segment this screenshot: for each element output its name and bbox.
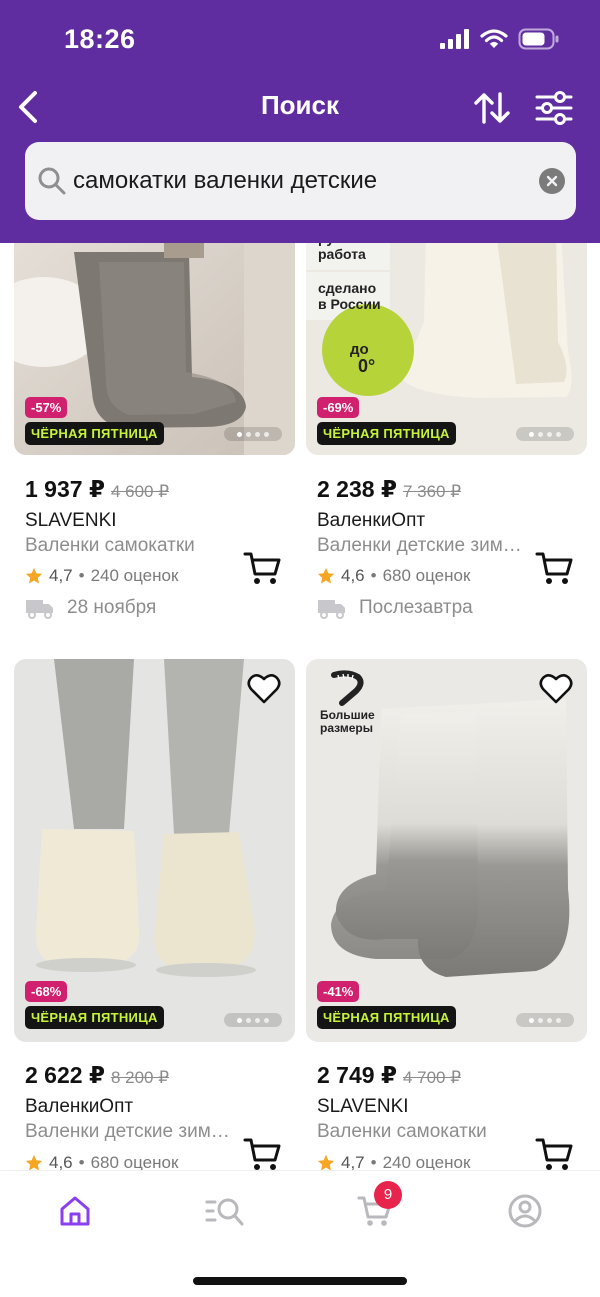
image-pager-dots <box>224 427 282 441</box>
reviews-count: 240 оценок <box>90 566 179 585</box>
delivery-row: 28 ноября <box>25 597 156 619</box>
price: 2 622 ₽ <box>25 1062 105 1088</box>
filter-button[interactable] <box>532 86 576 130</box>
heart-icon[interactable] <box>539 673 573 705</box>
add-to-cart-button[interactable] <box>535 1136 573 1172</box>
image-pager-dots <box>516 427 574 441</box>
delivery-row: Послезавтра <box>317 597 473 619</box>
old-price: 8 200 ₽ <box>110 1068 170 1087</box>
app-header: 18:26 Поиск <box>0 0 600 243</box>
home-indicator <box>193 1277 407 1285</box>
black-friday-badge: ЧЁРНАЯ ПЯТНИЦА <box>25 1006 164 1029</box>
old-price: 4 700 ₽ <box>402 1068 462 1087</box>
brand-name: ВаленкиОпт <box>25 1096 134 1117</box>
brand-name: SLAVENKI <box>25 510 117 531</box>
black-friday-badge: ЧЁРНАЯ ПЯТНИЦА <box>317 1006 456 1029</box>
profile-icon <box>508 1194 542 1228</box>
battery-icon <box>518 28 559 50</box>
price-row: 2 749 ₽ 4 700 ₽ <box>317 1062 461 1089</box>
clear-search-button[interactable] <box>539 168 565 194</box>
add-to-cart-button[interactable] <box>243 1136 281 1172</box>
product-name: Валенки детские зимние <box>317 535 531 556</box>
search-input[interactable] <box>73 156 523 206</box>
image-pager-dots <box>224 1013 282 1027</box>
product-card[interactable]: Большие размеры -41% ЧЁРНАЯ ПЯТНИЦА 2 74… <box>306 659 587 1172</box>
image-pager-dots <box>516 1013 574 1027</box>
sort-arrows-icon <box>474 92 510 124</box>
tab-profile[interactable] <box>495 1189 555 1233</box>
rating-separator: • <box>78 566 85 585</box>
rating-value: 4,6 <box>341 566 365 585</box>
add-to-cart-button[interactable] <box>535 550 573 586</box>
product-name: Валенки самокатки <box>25 535 195 556</box>
status-icons <box>440 28 560 50</box>
old-price: 4 600 ₽ <box>110 482 170 501</box>
truck-icon <box>26 600 53 619</box>
product-name: Валенки детские зимние <box>25 1121 239 1142</box>
nav-bar: Поиск <box>0 80 600 134</box>
cart-count-badge: 9 <box>374 1181 402 1209</box>
home-icon <box>60 1196 90 1226</box>
rating-separator: • <box>370 566 377 585</box>
catalog-search-icon <box>205 1198 244 1226</box>
reviews-count: 680 оценок <box>382 566 471 585</box>
product-image[interactable]: -68% ЧЁРНАЯ ПЯТНИЦА <box>14 659 295 1042</box>
rating-row: 4,7 • 240 оценок <box>25 566 178 586</box>
search-icon <box>38 167 66 195</box>
sort-button[interactable] <box>470 86 514 130</box>
old-price: 7 360 ₽ <box>402 482 462 501</box>
price-row: 1 937 ₽ 4 600 ₽ <box>25 476 169 503</box>
status-time: 18:26 <box>64 24 136 54</box>
status-bar: 18:26 <box>0 0 600 80</box>
measuring-tape-icon <box>331 670 364 706</box>
price-row: 2 622 ₽ 8 200 ₽ <box>25 1062 169 1089</box>
heart-icon[interactable] <box>247 673 281 705</box>
truck-icon <box>318 600 345 619</box>
product-image[interactable]: Большие размеры -41% ЧЁРНАЯ ПЯТНИЦА <box>306 659 587 1042</box>
image-caption: 0° <box>358 356 376 376</box>
tab-catalog[interactable] <box>195 1189 255 1233</box>
tab-home[interactable] <box>45 1189 105 1233</box>
brand-name: ВаленкиОпт <box>317 510 426 531</box>
star-icon <box>317 567 335 584</box>
wifi-icon <box>480 29 508 48</box>
delivery-date: 28 ноября <box>67 597 157 618</box>
black-friday-badge: ЧЁРНАЯ ПЯТНИЦА <box>25 422 164 445</box>
rating-row: 4,6 • 680 оценок <box>317 566 470 586</box>
discount-badge: -68% <box>25 981 68 1002</box>
price: 2 749 ₽ <box>317 1062 397 1088</box>
discount-badge: -41% <box>317 981 360 1002</box>
star-icon <box>25 567 43 584</box>
price-row: 2 238 ₽ 7 360 ₽ <box>317 476 461 503</box>
price: 2 238 ₽ <box>317 476 397 502</box>
rating-value: 4,7 <box>49 566 73 585</box>
search-bar[interactable] <box>25 142 576 220</box>
filter-sliders-icon <box>535 91 573 125</box>
product-card[interactable]: -68% ЧЁРНАЯ ПЯТНИЦА 2 622 ₽ 8 200 ₽ Вале… <box>14 659 295 1172</box>
close-icon <box>546 175 558 187</box>
price: 1 937 ₽ <box>25 476 105 502</box>
add-to-cart-button[interactable] <box>243 550 281 586</box>
product-name: Валенки самокатки <box>317 1121 487 1142</box>
discount-badge: -57% <box>25 397 68 418</box>
delivery-date: Послезавтра <box>359 597 473 618</box>
black-friday-badge: ЧЁРНАЯ ПЯТНИЦА <box>317 422 456 445</box>
image-caption: сделано в России <box>318 280 381 312</box>
brand-name: SLAVENKI <box>317 1096 409 1117</box>
signal-icon <box>440 29 469 49</box>
image-caption: Большие размеры <box>320 708 375 735</box>
discount-badge: -69% <box>317 397 360 418</box>
